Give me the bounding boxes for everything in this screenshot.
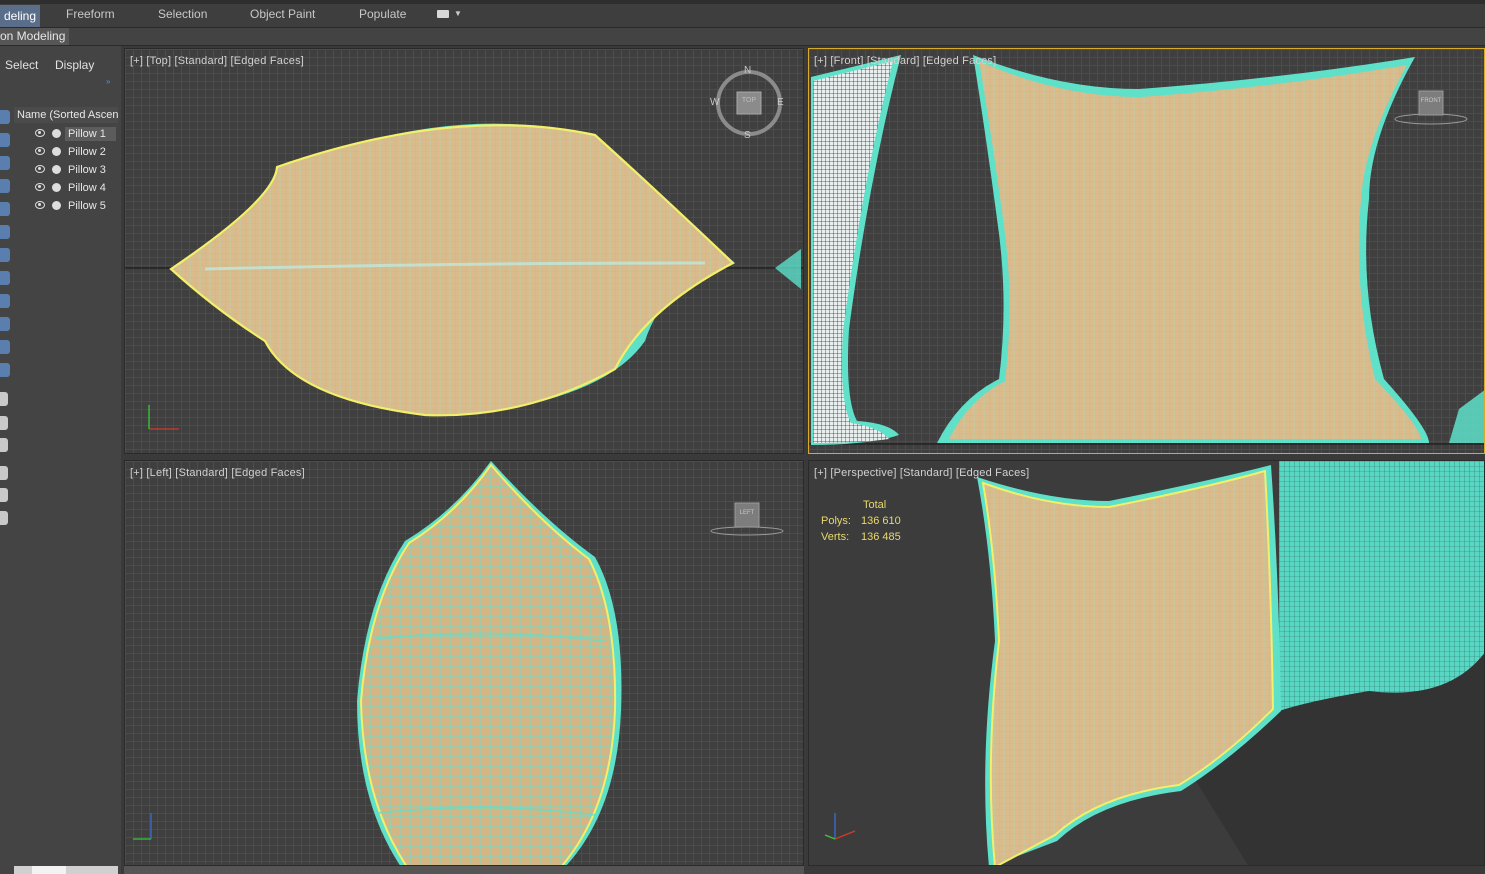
sync-selection-icon[interactable] bbox=[0, 466, 8, 480]
viewport-label[interactable]: [+] [Left] [Standard] [Edged Faces] bbox=[130, 467, 305, 479]
viewport-left[interactable]: [+] [Left] [Standard] [Edged Faces] LEFT bbox=[124, 460, 804, 866]
compass-south: S bbox=[744, 130, 751, 141]
pillow-selection-outline bbox=[169, 124, 735, 417]
filter-xrefs-icon[interactable] bbox=[0, 271, 10, 285]
axis-tripod-icon bbox=[133, 813, 152, 840]
filter-cameras-icon[interactable] bbox=[0, 179, 10, 193]
adjacent-pillow-corner bbox=[1449, 390, 1484, 443]
filter-spacewarps-icon[interactable] bbox=[0, 225, 10, 239]
viewport-label[interactable]: [+] [Front] [Standard] [Edged Faces] bbox=[814, 55, 996, 67]
viewport-top[interactable]: [+] [Top] [Standard] [Edged Faces] TOP N… bbox=[124, 48, 804, 454]
front-view-scene bbox=[809, 55, 1484, 445]
freeze-dot-icon[interactable] bbox=[52, 129, 61, 138]
viewcube-left-icon bbox=[710, 502, 784, 536]
chevron-down-icon[interactable]: ▼ bbox=[454, 9, 462, 18]
expand-chevrons-icon[interactable]: » bbox=[106, 77, 110, 86]
layer-icon[interactable] bbox=[0, 511, 8, 525]
viewcube-face-left[interactable]: LEFT bbox=[735, 510, 759, 516]
left-view-scene bbox=[133, 461, 784, 865]
pillow-selection-outline bbox=[359, 463, 617, 865]
ribbon-tab-bar: deling Freeform Selection Object Paint P… bbox=[0, 0, 1485, 28]
list-item-label: Pillow 5 bbox=[68, 200, 106, 212]
stats-header: Total bbox=[863, 499, 887, 511]
display-invert-icon[interactable] bbox=[0, 438, 8, 452]
list-item-label: Pillow 4 bbox=[68, 182, 106, 194]
title-strip bbox=[0, 0, 1485, 4]
viewcube-face-top[interactable]: TOP bbox=[738, 97, 760, 104]
message-icon[interactable] bbox=[437, 10, 449, 18]
freeze-dot-icon[interactable] bbox=[52, 183, 61, 192]
list-item[interactable]: Pillow 3 bbox=[30, 162, 118, 178]
compass-west: W bbox=[710, 97, 720, 108]
list-item[interactable]: Pillow 5 bbox=[30, 198, 118, 214]
freeze-dot-icon[interactable] bbox=[52, 147, 61, 156]
stats-verts-value: 136 485 bbox=[861, 531, 901, 543]
filter-groups-icon[interactable] bbox=[0, 248, 10, 262]
list-item[interactable]: Pillow 4 bbox=[30, 180, 118, 196]
axis-tripod-icon bbox=[148, 405, 179, 430]
viewcube-face-front[interactable]: FRONT bbox=[1415, 98, 1447, 104]
eye-icon[interactable] bbox=[35, 201, 45, 209]
time-slider-track[interactable] bbox=[124, 866, 804, 874]
explorer-scrollbar[interactable] bbox=[14, 866, 118, 874]
filter-geometry-icon[interactable] bbox=[0, 110, 10, 124]
freeze-dot-icon[interactable] bbox=[52, 165, 61, 174]
stats-polys-value: 136 610 bbox=[861, 515, 901, 527]
axis-tripod-icon bbox=[824, 813, 856, 840]
list-item-label: Pillow 3 bbox=[68, 164, 106, 176]
stats-verts-label: Verts: bbox=[821, 531, 850, 543]
tab-selection[interactable]: Selection bbox=[158, 7, 207, 21]
list-item-label: Pillow 2 bbox=[68, 146, 106, 158]
viewport-perspective[interactable]: [+] [Perspective] [Standard] [Edged Face… bbox=[808, 460, 1485, 866]
viewport-front[interactable]: [+] [Front] [Standard] [Edged Faces] FRO… bbox=[808, 48, 1485, 454]
eye-icon[interactable] bbox=[35, 165, 45, 173]
compass-east: E bbox=[777, 97, 784, 108]
filter-lights-icon[interactable] bbox=[0, 156, 10, 170]
ribbon-panel-bar: on Modeling bbox=[0, 28, 1485, 46]
viewport-label[interactable]: [+] [Top] [Standard] [Edged Faces] bbox=[130, 55, 304, 67]
viewport-label[interactable]: [+] [Perspective] [Standard] [Edged Face… bbox=[814, 467, 1029, 479]
scrollbar-thumb[interactable] bbox=[32, 866, 66, 874]
eye-icon[interactable] bbox=[35, 129, 45, 137]
top-view-scene bbox=[125, 70, 803, 430]
scene-explorer: Select Display » Name (Sorted Ascending)… bbox=[0, 46, 121, 874]
compass-north: N bbox=[744, 65, 752, 76]
explorer-menu-display[interactable]: Display bbox=[55, 58, 94, 72]
filter-hidden-icon[interactable] bbox=[0, 363, 10, 377]
filter-frozen-icon[interactable] bbox=[0, 340, 10, 354]
column-header-name[interactable]: Name (Sorted Ascending) bbox=[14, 107, 118, 123]
ribbon-panel-label[interactable]: on Modeling bbox=[0, 28, 70, 45]
list-item[interactable]: Pillow 1 bbox=[30, 126, 118, 142]
explorer-filter-toolbar bbox=[0, 108, 11, 528]
back-pillow-wire bbox=[1279, 461, 1484, 711]
display-all-icon[interactable] bbox=[0, 392, 8, 406]
explorer-menu-select[interactable]: Select bbox=[5, 58, 38, 72]
pillow-mesh bbox=[949, 61, 1421, 439]
tab-object-paint[interactable]: Object Paint bbox=[250, 7, 315, 21]
filter-funnel-icon[interactable] bbox=[0, 488, 8, 502]
freeze-dot-icon[interactable] bbox=[52, 201, 61, 210]
filter-helpers-icon[interactable] bbox=[0, 202, 10, 216]
tab-populate[interactable]: Populate bbox=[359, 7, 406, 21]
filter-shapes-icon[interactable] bbox=[0, 133, 10, 147]
eye-icon[interactable] bbox=[35, 183, 45, 191]
list-item[interactable]: Pillow 2 bbox=[30, 144, 118, 160]
filter-containers-icon[interactable] bbox=[0, 317, 10, 331]
tab-freeform[interactable]: Freeform bbox=[66, 7, 115, 21]
display-none-icon[interactable] bbox=[0, 416, 8, 430]
adjacent-pillow-edge bbox=[775, 249, 801, 289]
stats-polys-label: Polys: bbox=[821, 515, 851, 527]
tab-modeling[interactable]: deling bbox=[0, 5, 41, 27]
list-item-label: Pillow 1 bbox=[65, 127, 116, 141]
filter-bones-icon[interactable] bbox=[0, 294, 10, 308]
eye-icon[interactable] bbox=[35, 147, 45, 155]
perspective-scene bbox=[824, 461, 1484, 865]
viewcube-front-icon bbox=[1394, 90, 1468, 125]
